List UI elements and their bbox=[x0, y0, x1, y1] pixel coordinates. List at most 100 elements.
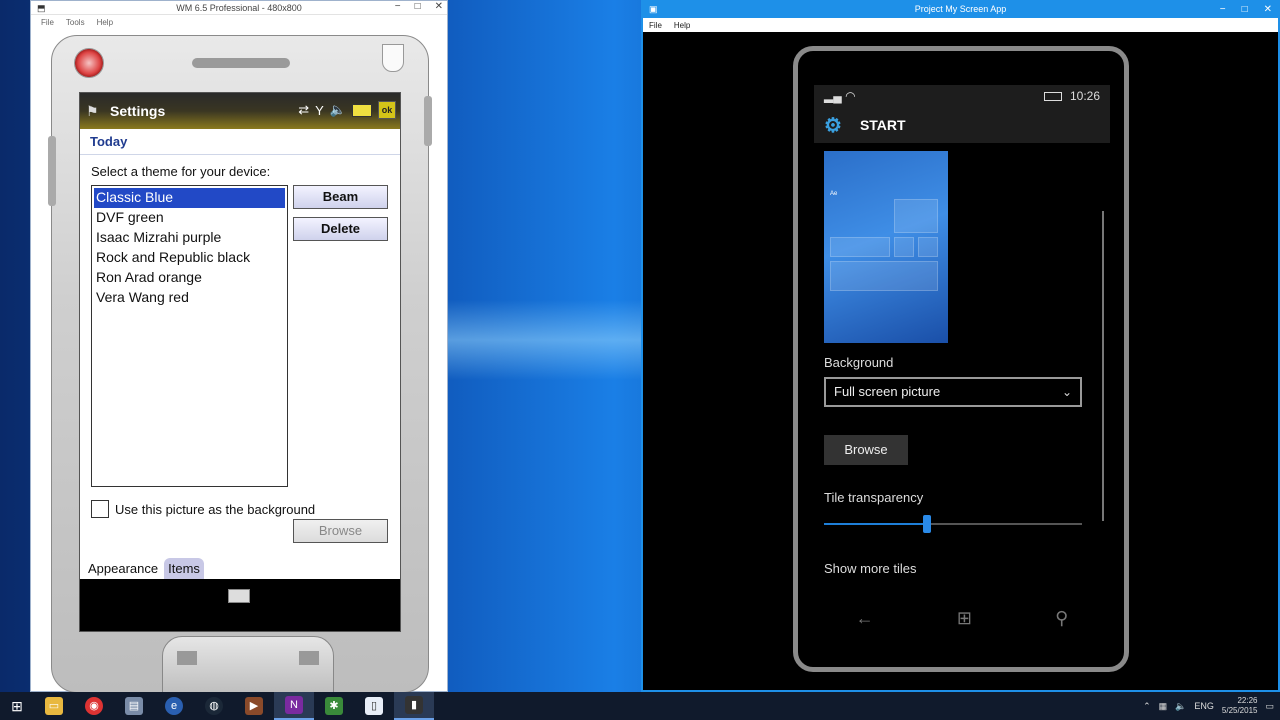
windows-start-icon[interactable]: ⊞ bbox=[957, 608, 972, 629]
emulator-menubar: File Tools Help bbox=[31, 15, 447, 29]
wm-tabs: Appearance Items bbox=[80, 555, 400, 579]
background-dropdown[interactable]: Full screen picture ⌄ bbox=[824, 377, 1082, 407]
tray-date: 5/25/2015 bbox=[1221, 706, 1258, 715]
menu-file[interactable]: File bbox=[649, 21, 662, 30]
background-label: Background bbox=[824, 355, 894, 370]
theme-prompt: Select a theme for your device: bbox=[91, 164, 271, 179]
windows-flag-icon[interactable]: ⚑ bbox=[86, 103, 106, 120]
tab-appearance[interactable]: Appearance bbox=[84, 558, 162, 579]
document-icon: ▯ bbox=[365, 697, 383, 715]
power-button[interactable] bbox=[74, 48, 104, 78]
ok-button[interactable]: ok bbox=[378, 101, 396, 119]
taskbar: ⊞ ▭ ◉ ▤ e ◍ ▶ N ✱ ▯ ▮ ⌃ ▦ 🔈 ENG 22:26 5/… bbox=[0, 692, 1280, 720]
connectivity-icon[interactable]: ⇄ bbox=[298, 102, 309, 118]
maximize-button[interactable]: □ bbox=[415, 1, 421, 12]
search-icon[interactable]: ⚲ bbox=[1055, 608, 1068, 629]
theme-item[interactable]: Ron Arad orange bbox=[94, 268, 285, 288]
tile-transparency-label: Tile transparency bbox=[824, 490, 924, 505]
taskbar-media[interactable]: ▶ bbox=[234, 692, 274, 720]
close-button[interactable]: ✕ bbox=[1264, 4, 1272, 15]
wm-subtitle: Today bbox=[80, 129, 400, 155]
taskbar-tool[interactable]: ✱ bbox=[314, 692, 354, 720]
menu-help[interactable]: Help bbox=[674, 21, 690, 30]
side-button-left[interactable] bbox=[48, 136, 56, 206]
show-more-tiles-label[interactable]: Show more tiles bbox=[824, 561, 916, 576]
battery-icon[interactable] bbox=[352, 103, 372, 117]
pms-titlebar[interactable]: ▣ Project My Screen App − □ ✕ bbox=[643, 0, 1278, 18]
tray-clock[interactable]: 22:26 5/25/2015 bbox=[1222, 696, 1258, 716]
left-softkey-icon[interactable] bbox=[177, 651, 197, 665]
taskbar-onenote[interactable]: N bbox=[274, 692, 314, 720]
taskbar-explorer[interactable]: ▭ bbox=[34, 692, 74, 720]
emulator-window: ⬒ WM 6.5 Professional - 480x800 − □ ✕ Fi… bbox=[30, 0, 448, 696]
theme-list[interactable]: Classic Blue DVF green Isaac Mizrahi pur… bbox=[91, 185, 288, 487]
theme-item[interactable]: DVF green bbox=[94, 208, 285, 228]
volume-icon[interactable]: 🔈 bbox=[330, 102, 346, 118]
theme-item[interactable]: Isaac Mizrahi purple bbox=[94, 228, 285, 248]
windows-start-icon[interactable]: ⊞ bbox=[0, 692, 34, 720]
maximize-button[interactable]: □ bbox=[1242, 4, 1248, 15]
delete-button[interactable]: Delete bbox=[293, 217, 388, 241]
theme-item[interactable]: Vera Wang red bbox=[94, 288, 285, 308]
tab-items[interactable]: Items bbox=[164, 558, 204, 579]
minimize-button[interactable]: − bbox=[1220, 4, 1226, 15]
background-checkbox-row[interactable]: Use this picture as the background bbox=[91, 500, 315, 518]
taskbar-steam[interactable]: ◍ bbox=[194, 692, 234, 720]
browser-icon: e bbox=[165, 697, 183, 715]
signal-wifi-icon: ▂▄ ◠ bbox=[824, 89, 856, 103]
phone-screen: ▂▄ ◠ 10:26 ⚙ START Ae Background Full sc… bbox=[814, 85, 1110, 581]
tile-transparency-fill bbox=[824, 523, 927, 525]
beam-button[interactable]: Beam bbox=[293, 185, 388, 209]
pms-window-controls: − □ ✕ bbox=[1220, 4, 1272, 15]
device-frame: ⚑ Settings ⇄ Y 🔈 ok Today Select a theme… bbox=[48, 35, 432, 696]
window-title: WM 6.5 Professional - 480x800 bbox=[176, 2, 302, 13]
tray-lang[interactable]: ENG bbox=[1194, 701, 1214, 711]
preview-tile bbox=[894, 199, 938, 233]
wm-content: Select a theme for your device: Classic … bbox=[80, 155, 400, 631]
theme-item[interactable]: Rock and Republic black bbox=[94, 248, 285, 268]
right-softkey-icon[interactable] bbox=[299, 651, 319, 665]
wallpaper-light-beam bbox=[440, 300, 650, 380]
menu-tools[interactable]: Tools bbox=[66, 18, 85, 27]
notifications-icon[interactable]: ▭ bbox=[1265, 701, 1274, 712]
phone-frame: ▂▄ ◠ 10:26 ⚙ START Ae Background Full sc… bbox=[793, 46, 1129, 672]
phone-icon: ▮ bbox=[405, 696, 423, 714]
wm-app-title: Settings bbox=[110, 103, 166, 119]
tile-transparency-thumb[interactable] bbox=[923, 515, 931, 533]
background-checkbox[interactable] bbox=[91, 500, 109, 518]
keyboard-icon[interactable] bbox=[228, 589, 250, 603]
taskbar-edge[interactable]: e bbox=[154, 692, 194, 720]
stylus-slot bbox=[382, 44, 404, 72]
pms-title: Project My Screen App bbox=[914, 4, 1007, 14]
taskbar-document[interactable]: ▯ bbox=[354, 692, 394, 720]
computer-icon: ▤ bbox=[125, 697, 143, 715]
browse-button[interactable]: Browse bbox=[824, 435, 908, 465]
menu-help[interactable]: Help bbox=[97, 18, 113, 27]
signal-icon[interactable]: Y bbox=[315, 103, 324, 118]
browse-button-disabled[interactable]: Browse bbox=[293, 519, 388, 543]
side-button-right[interactable] bbox=[424, 96, 432, 146]
chevron-down-icon: ⌄ bbox=[1061, 385, 1072, 399]
close-button[interactable]: ✕ bbox=[435, 1, 443, 12]
background-value: Full screen picture bbox=[834, 384, 941, 399]
tray-chevron-icon[interactable]: ⌃ bbox=[1143, 701, 1151, 712]
back-icon[interactable]: ← bbox=[856, 608, 874, 629]
phone-page-header: ⚙ START bbox=[814, 107, 1110, 143]
hardware-keys bbox=[162, 636, 334, 696]
taskbar-phone-app[interactable]: ▮ bbox=[394, 692, 434, 720]
device-screen: ⚑ Settings ⇄ Y 🔈 ok Today Select a theme… bbox=[79, 92, 401, 632]
scrollbar[interactable] bbox=[1102, 211, 1104, 521]
tray-network-icon[interactable]: ▦ bbox=[1159, 701, 1168, 712]
minimize-button[interactable]: − bbox=[395, 1, 401, 12]
menu-file[interactable]: File bbox=[41, 18, 54, 27]
chrome-icon: ◉ bbox=[85, 697, 103, 715]
theme-item[interactable]: Classic Blue bbox=[94, 188, 285, 208]
preview-tile bbox=[918, 237, 938, 257]
phone-nav-bar: ← ⊞ ⚲ bbox=[814, 597, 1110, 639]
emulator-titlebar[interactable]: ⬒ WM 6.5 Professional - 480x800 − □ ✕ bbox=[31, 1, 447, 15]
taskbar-device-manager[interactable]: ▤ bbox=[114, 692, 154, 720]
speaker-grille bbox=[192, 58, 290, 68]
tray-volume-icon[interactable]: 🔈 bbox=[1175, 701, 1186, 712]
taskbar-chrome[interactable]: ◉ bbox=[74, 692, 114, 720]
tray-time: 22:26 bbox=[1237, 696, 1258, 705]
